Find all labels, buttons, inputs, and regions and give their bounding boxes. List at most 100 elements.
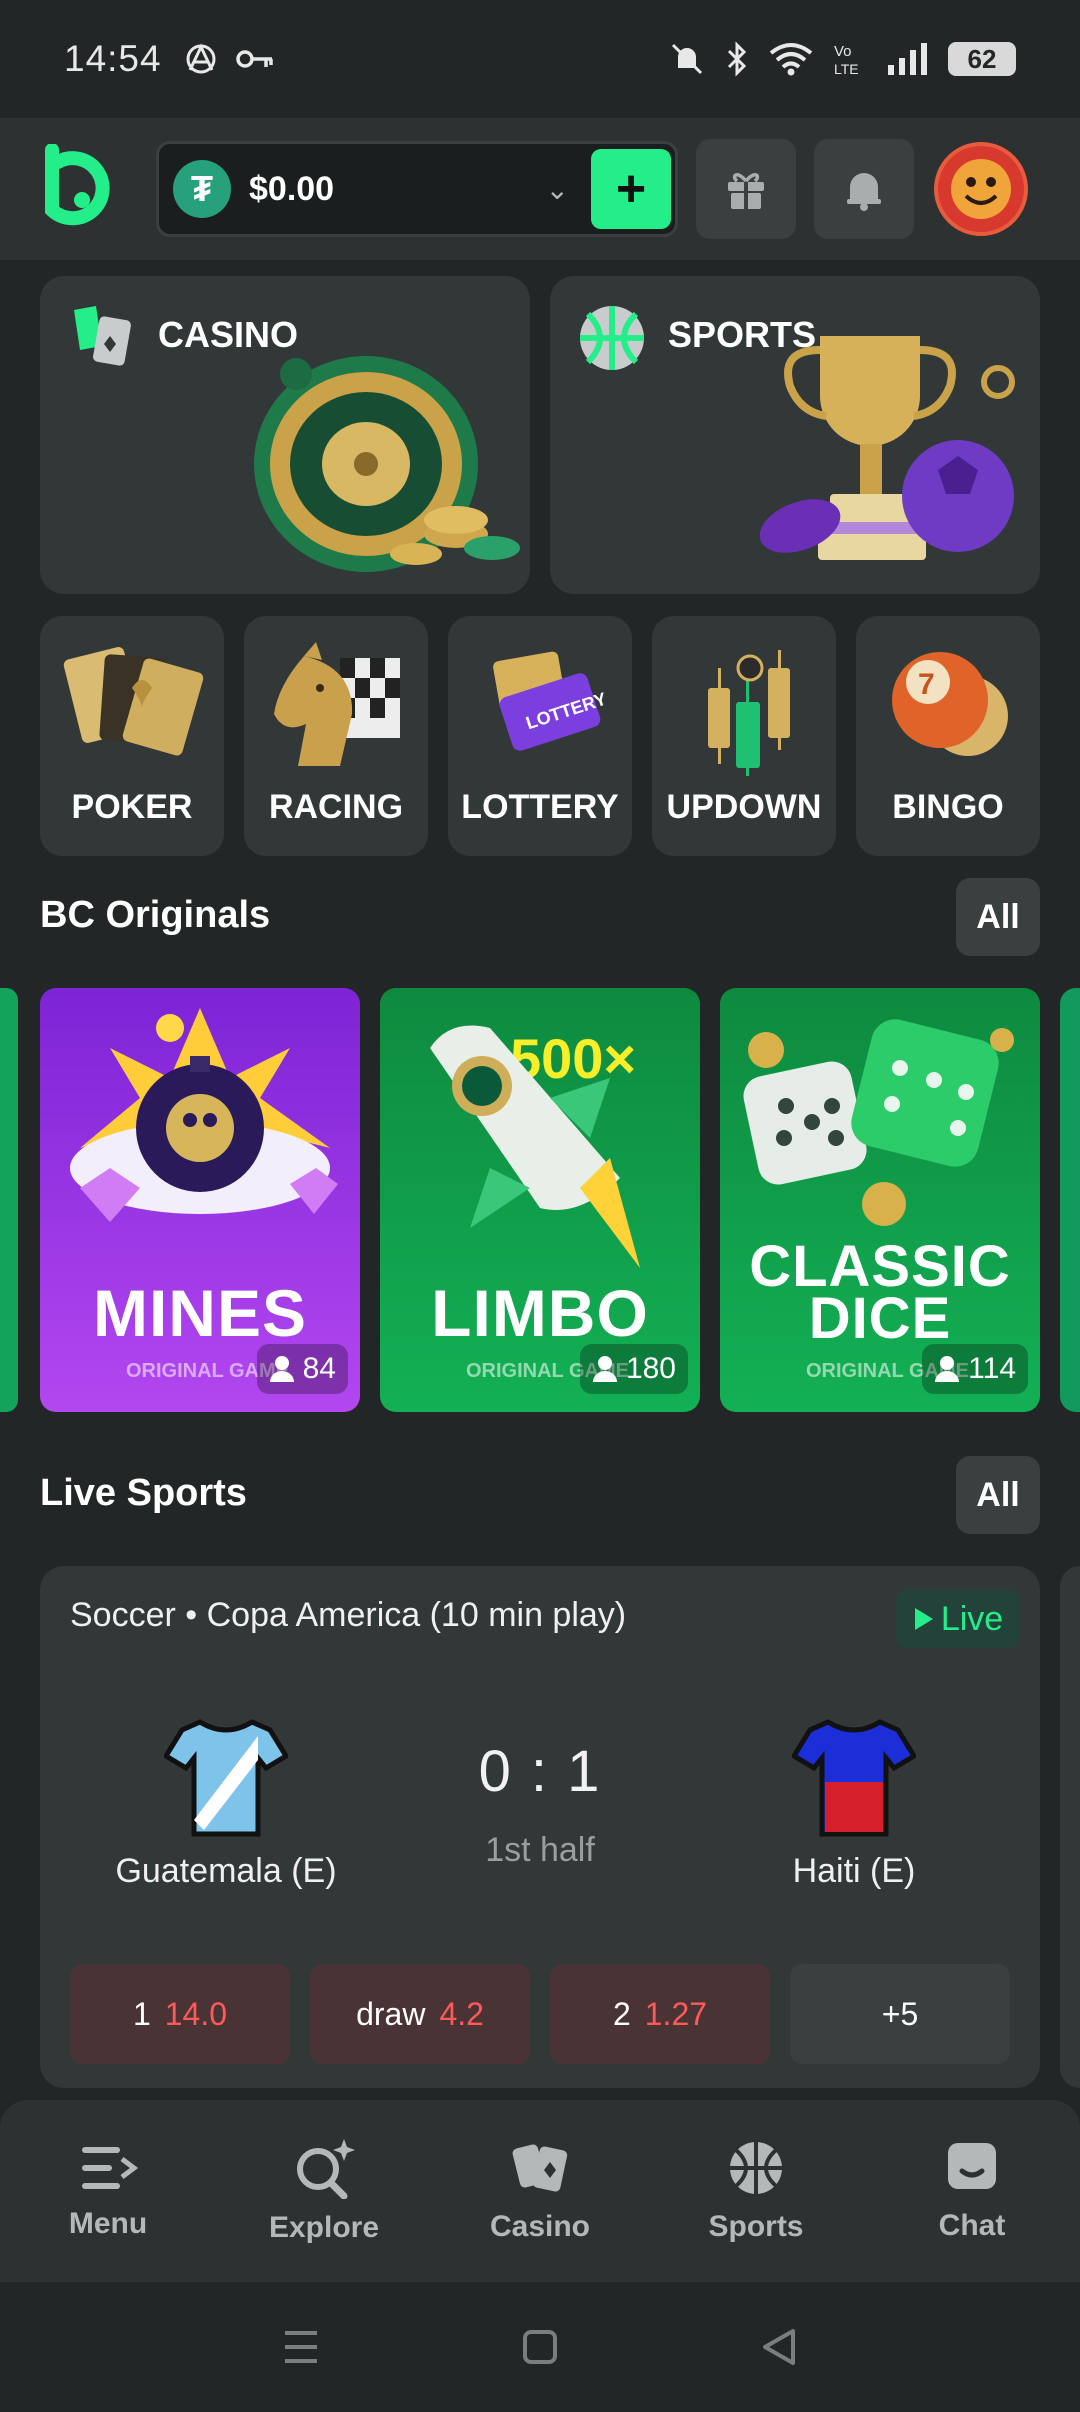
live-badge: Live xyxy=(896,1590,1020,1648)
nav-explore[interactable]: Explore xyxy=(234,2137,414,2245)
tether-usdt-icon: ₮ xyxy=(173,160,231,218)
live-sports-all-button[interactable]: All xyxy=(956,1456,1040,1534)
nav-explore-label: Explore xyxy=(268,2211,380,2244)
home-team-name: Guatemala (E) xyxy=(115,1852,337,1890)
classic-dice-game-card[interactable]: CLASSIC DICE ORIGINAL GAME 114 xyxy=(720,988,1040,1412)
classic-dice-player-count-value: 114 xyxy=(968,1352,1016,1385)
chat-icon xyxy=(948,2143,996,2189)
casino-category-card[interactable]: CASINO xyxy=(40,276,530,594)
rewards-button[interactable] xyxy=(696,139,796,239)
lottery-tile[interactable]: LOTTERY LOTTERY xyxy=(448,616,632,856)
poker-tile[interactable]: POKER xyxy=(40,616,224,856)
anarchy-icon xyxy=(186,43,216,74)
more-markets-button[interactable]: +5 xyxy=(790,1964,1010,2064)
signal-icon xyxy=(888,43,927,75)
odds-home-label: 1 xyxy=(132,1995,151,2032)
status-bar: 14:54 Vo LTE 62 xyxy=(0,0,1080,118)
chevron-down-icon[interactable]: ⌄ xyxy=(546,173,569,206)
bc-originals-title: BC Originals xyxy=(40,894,271,936)
bingo-tile[interactable]: 7 BINGO xyxy=(856,616,1040,856)
home-team: Guatemala (E) xyxy=(96,1716,356,1891)
originals-all-button[interactable]: All xyxy=(956,878,1040,956)
match-score: 0 : 1 1st half xyxy=(440,1738,640,1870)
haiti-jersey-icon xyxy=(792,1719,916,1837)
svg-text:LTE: LTE xyxy=(834,61,859,77)
odds-draw-value: 4.2 xyxy=(439,1995,484,2032)
nav-sports-label: Sports xyxy=(708,2210,804,2243)
svg-text:Vo: Vo xyxy=(834,43,852,60)
match-period: 1st half xyxy=(485,1831,595,1869)
key-icon xyxy=(235,50,273,68)
wallet-selector[interactable]: ₮ $0.00 ⌄ + xyxy=(156,141,678,237)
candlestick-chart-image xyxy=(708,650,790,776)
deposit-button[interactable]: + xyxy=(591,149,671,229)
bell-icon xyxy=(847,173,881,211)
nav-casino-label: Casino xyxy=(489,2210,591,2243)
updown-tile[interactable]: UPDOWN xyxy=(652,616,836,856)
bingo-ball-image: 7 xyxy=(892,652,1008,756)
limbo-game-card[interactable]: 500× LIMBO ORIGINAL GAME 180 xyxy=(380,988,700,1412)
away-team-name: Haiti (E) xyxy=(792,1852,916,1890)
basketball-icon xyxy=(580,306,644,370)
bluetooth-icon xyxy=(727,41,747,77)
bingo-tile-label: BINGO xyxy=(892,788,1004,826)
mines-game-card[interactable]: MINES ORIGINAL GAME 84 xyxy=(40,988,360,1412)
casino-cards-icon xyxy=(512,2144,568,2192)
bottom-navigation: Menu Explore Casino Sports Chat xyxy=(0,2100,1080,2282)
rocket-image xyxy=(430,1025,640,1268)
battery-indicator: 62 xyxy=(948,42,1016,76)
trophy-image xyxy=(760,336,1015,560)
next-match-card[interactable] xyxy=(1060,1566,1080,2088)
odds-away-label: 2 xyxy=(612,1995,631,2032)
odds-draw-label: draw xyxy=(356,1995,426,2032)
odds-away-button[interactable]: 2 1.27 xyxy=(550,1964,770,2064)
updown-tile-label: UPDOWN xyxy=(666,788,822,826)
app-header: ₮ $0.00 ⌄ + xyxy=(0,118,1080,260)
casino-cards-icon xyxy=(74,306,131,366)
user-icon xyxy=(935,1356,960,1382)
lottery-tickets-image: LOTTERY xyxy=(493,651,609,751)
match-league: Soccer • Copa America (10 min play) xyxy=(70,1596,627,1634)
sports-category-card[interactable]: SPORTS xyxy=(550,276,1040,594)
nav-chat[interactable]: Chat xyxy=(882,2139,1062,2243)
roulette-wheel-image xyxy=(254,356,520,572)
basketball-icon xyxy=(730,2142,782,2194)
mines-player-count-value: 84 xyxy=(302,1352,336,1385)
system-navigation-bar xyxy=(0,2282,1080,2412)
smiley-avatar-icon xyxy=(951,159,1011,219)
racing-tile[interactable]: RACING xyxy=(244,616,428,856)
wallet-balance: $0.00 xyxy=(249,169,335,208)
recent-apps-icon[interactable] xyxy=(281,2327,321,2367)
avatar[interactable] xyxy=(934,142,1028,236)
nav-menu[interactable]: Menu xyxy=(18,2141,198,2241)
limbo-player-count-value: 180 xyxy=(625,1352,676,1385)
nav-casino[interactable]: Casino xyxy=(450,2138,630,2244)
live-badge-label: Live xyxy=(940,1599,1004,1638)
gift-icon xyxy=(728,173,764,209)
home-icon[interactable] xyxy=(522,2329,558,2365)
explore-icon xyxy=(297,2139,355,2199)
odds-away-value: 1.27 xyxy=(644,1995,708,2032)
notifications-button[interactable] xyxy=(814,139,914,239)
lottery-tile-label: LOTTERY xyxy=(461,788,619,826)
back-icon[interactable] xyxy=(759,2327,799,2367)
menu-icon xyxy=(82,2147,138,2189)
odds-home-value: 14.0 xyxy=(164,1995,228,2032)
guatemala-jersey-icon xyxy=(164,1719,288,1837)
nav-sports[interactable]: Sports xyxy=(666,2138,846,2244)
next-game-card[interactable] xyxy=(1060,988,1080,1412)
limbo-game-title: LIMBO xyxy=(431,1276,649,1350)
odds-home-button[interactable]: 1 14.0 xyxy=(70,1964,290,2064)
play-icon xyxy=(914,1608,933,1630)
classic-dice-player-count: 114 xyxy=(922,1344,1028,1394)
svg-text:7: 7 xyxy=(918,668,935,701)
live-match-card[interactable]: Soccer • Copa America (10 min play) Live… xyxy=(40,1566,1040,2088)
nav-chat-label: Chat xyxy=(938,2209,1006,2242)
odds-draw-button[interactable]: draw 4.2 xyxy=(310,1964,530,2064)
away-team: Haiti (E) xyxy=(724,1716,984,1891)
poker-tile-label: POKER xyxy=(71,788,193,826)
previous-game-card[interactable] xyxy=(0,988,18,1412)
dice-image xyxy=(743,1019,1014,1226)
bc-logo[interactable] xyxy=(38,144,118,234)
limbo-player-count: 180 xyxy=(579,1344,688,1394)
